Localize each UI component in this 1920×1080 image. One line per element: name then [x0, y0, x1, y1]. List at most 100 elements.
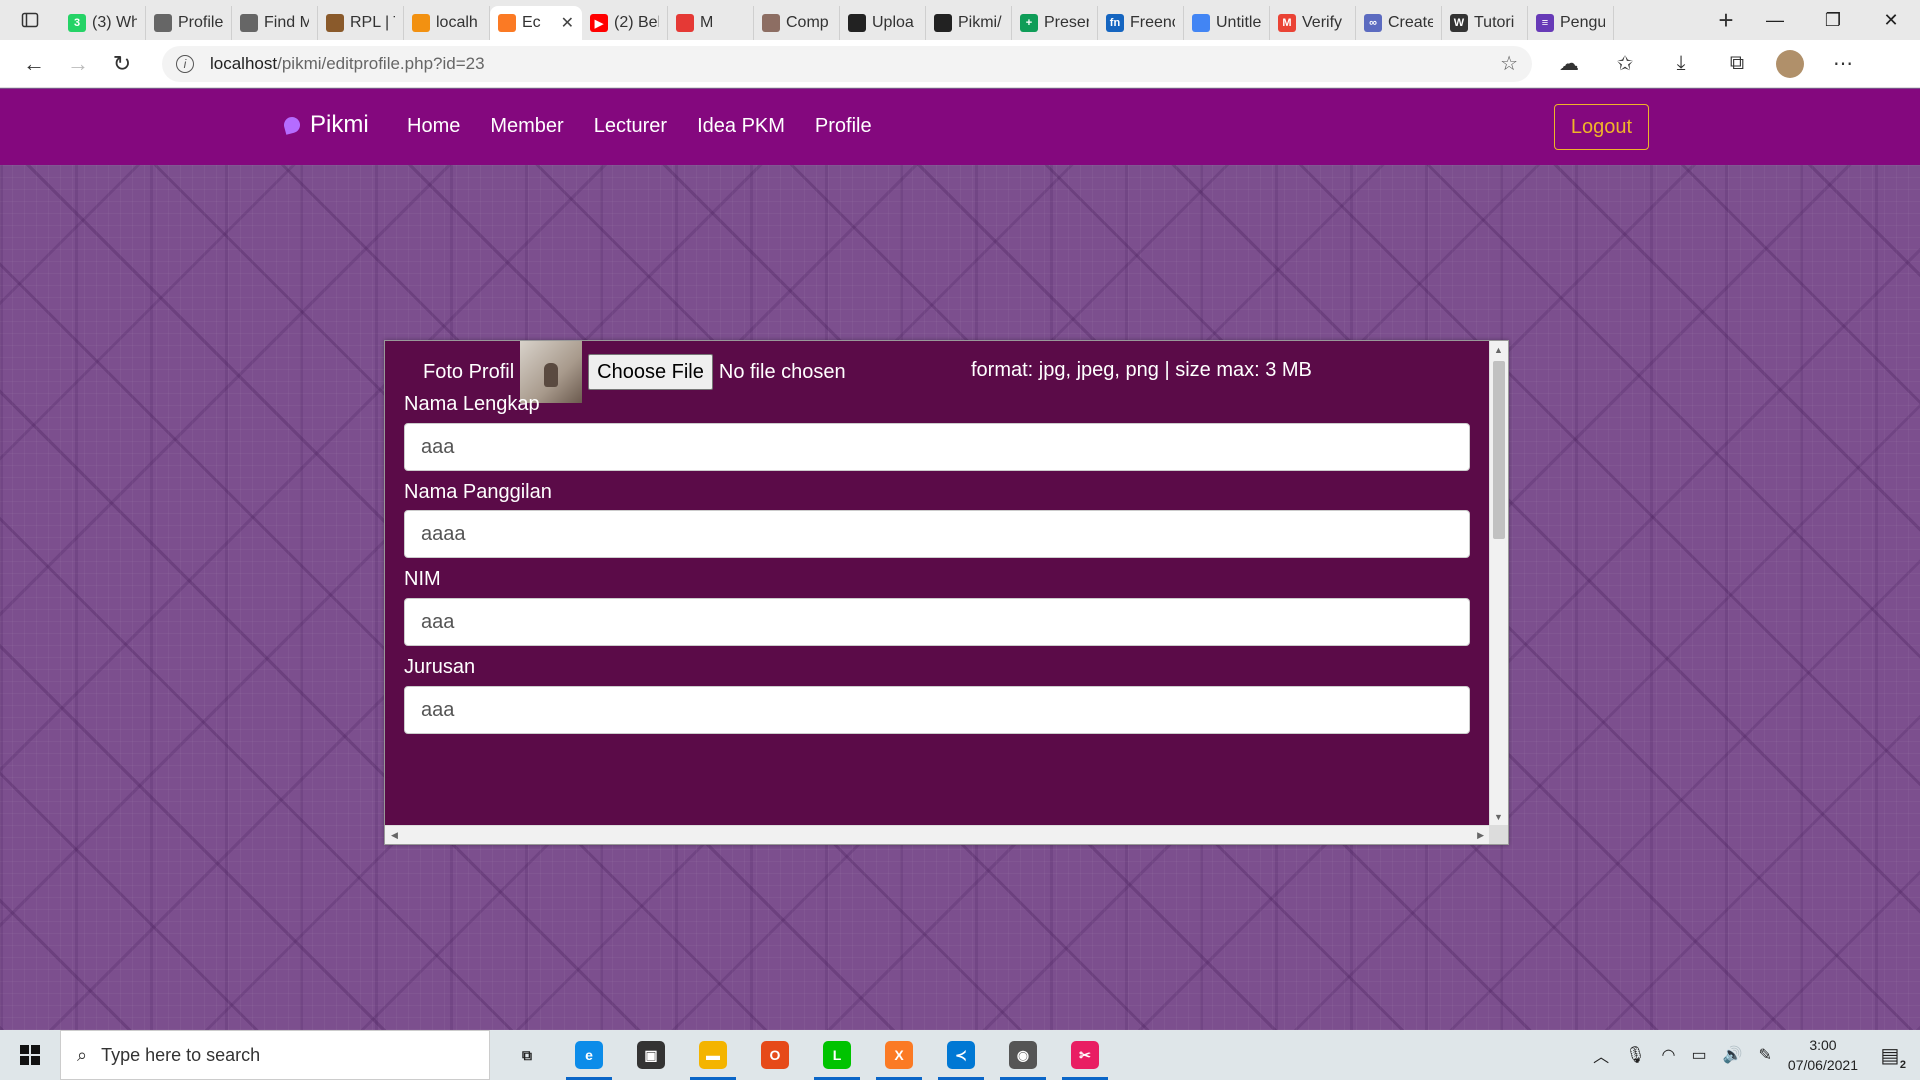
freenom-icon: fn — [1106, 14, 1124, 32]
maximize-icon[interactable]: ❐ — [1804, 0, 1862, 40]
wifi-icon[interactable]: ◠ — [1662, 1045, 1676, 1065]
browser-tab[interactable]: localh — [404, 6, 490, 40]
browser-tab[interactable]: M Verify — [1270, 6, 1356, 40]
input-jurusan[interactable]: aaa — [404, 686, 1470, 734]
browser-tab[interactable]: Pikmi/ — [926, 6, 1012, 40]
input-nim[interactable]: aaa — [404, 598, 1470, 646]
nav-profile[interactable]: Profile — [815, 115, 872, 138]
browser-tab[interactable]: Find M — [232, 6, 318, 40]
browser-tab[interactable]: ∞ Create — [1356, 6, 1442, 40]
taskbar-app[interactable]: ≺ — [930, 1030, 992, 1080]
tracking-icon[interactable]: ☁ — [1552, 51, 1586, 76]
tab-title: localh — [436, 14, 478, 31]
scroll-down-icon[interactable]: ▼ — [1494, 812, 1503, 822]
browser-tab[interactable]: W Tutori — [1442, 6, 1528, 40]
taskbar-app[interactable]: O — [744, 1030, 806, 1080]
browser-tab[interactable]: Comp — [754, 6, 840, 40]
close-icon[interactable]: ✕ — [1862, 0, 1920, 40]
nav-lecturer[interactable]: Lecturer — [594, 115, 667, 138]
taskbar-app[interactable]: ◉ — [992, 1030, 1054, 1080]
minimize-icon[interactable]: — — [1746, 0, 1804, 40]
site-navbar: Pikmi Home Member Lecturer Idea PKM Prof… — [0, 89, 1920, 165]
browser-tab[interactable]: + Preser — [1012, 6, 1098, 40]
browser-tab[interactable]: RPL | T — [318, 6, 404, 40]
tab-list: 3 (3) Wh Profile Find M RPL | T localh Ec ✕ ▶ (2)… — [60, 0, 1706, 40]
gmail-icon: M — [1278, 14, 1296, 32]
task-view-icon: ⧉ — [513, 1041, 541, 1069]
taskbar-apps: ⧉ e ▣ ▬ O L X ≺ ◉ ✂ — [496, 1030, 1116, 1080]
browser-tab[interactable]: M — [668, 6, 754, 40]
brand-name: Pikmi — [310, 111, 369, 138]
taskbar-app[interactable]: ⧉ — [496, 1030, 558, 1080]
reload-icon[interactable]: ↻ — [100, 42, 144, 86]
taskbar-app[interactable]: X — [868, 1030, 930, 1080]
label-nama-lengkap: Nama Lengkap — [404, 393, 540, 415]
url-field[interactable]: i localhost/pikmi/editprofile.php?id=23 … — [162, 45, 1532, 82]
forward-icon[interactable]: → — [56, 42, 100, 86]
site-brand[interactable]: Pikmi — [282, 111, 369, 139]
browser-tab-strip: 3 (3) Wh Profile Find M RPL | T localh Ec ✕ ▶ (2)… — [0, 0, 1920, 40]
vertical-scrollbar[interactable]: ▲ ▼ — [1489, 341, 1508, 826]
taskbar-search[interactable]: ⌕ Type here to search — [60, 1030, 490, 1080]
add-favorite-icon[interactable]: ☆ — [1500, 51, 1518, 76]
snip-icon: ✂ — [1071, 1041, 1099, 1069]
taskbar-app[interactable]: ✂ — [1054, 1030, 1116, 1080]
scroll-right-icon[interactable]: ▶ — [1477, 830, 1484, 841]
phpmyadmin-icon — [412, 14, 430, 32]
tab-actions-icon[interactable] — [0, 0, 60, 40]
profile-avatar[interactable] — [1776, 49, 1804, 78]
taskbar-app[interactable]: ▣ — [620, 1030, 682, 1080]
url-host: localhost — [210, 53, 278, 73]
browser-tab[interactable]: Uploa — [840, 6, 926, 40]
pen-icon[interactable]: ✎ — [1759, 1045, 1772, 1065]
site-info-icon[interactable]: i — [176, 54, 194, 73]
collections-icon[interactable]: ⧉ — [1720, 52, 1754, 75]
horizontal-scrollbar[interactable]: ◀ ▶ — [385, 825, 1490, 844]
page-icon — [240, 14, 258, 32]
back-icon[interactable]: ← — [12, 42, 56, 86]
browser-tab[interactable]: ≡ Pengu — [1528, 6, 1614, 40]
notification-icon[interactable]: ▤ 2 — [1874, 1039, 1906, 1071]
more-menu-icon[interactable]: ⋯ — [1826, 51, 1860, 76]
browser-tab[interactable]: ▶ (2) Bel — [582, 6, 668, 40]
url-text: localhost/pikmi/editprofile.php?id=23 — [210, 54, 485, 74]
browser-tab[interactable]: Ec ✕ — [490, 6, 582, 40]
browser-toolbar: ☁ ✩ ⤓ ⧉ ⋯ — [1552, 49, 1860, 78]
label-jurusan: Jurusan — [404, 656, 476, 678]
close-tab-icon[interactable]: ✕ — [561, 13, 574, 33]
browser-tab[interactable]: 3 (3) Wh — [60, 6, 146, 40]
tray-chevron-icon[interactable]: ︿ — [1593, 1043, 1609, 1067]
favorites-icon[interactable]: ✩ — [1608, 51, 1642, 76]
notification-count: 2 — [1899, 1059, 1906, 1071]
system-tray: ︿ 🎙 ◠ ▭ 🔊 ✎ 3:00 07/06/2021 ▤ 2 — [1593, 1035, 1920, 1075]
scroll-left-icon[interactable]: ◀ — [391, 830, 398, 841]
taskbar-app[interactable]: ▬ — [682, 1030, 744, 1080]
nav-idea-pkm[interactable]: Idea PKM — [697, 115, 785, 138]
whatsapp-icon: 3 — [68, 14, 86, 32]
tab-title: Pikmi/ — [958, 14, 1002, 31]
choose-file-button[interactable]: Choose File — [588, 354, 713, 390]
logout-button[interactable]: Logout — [1554, 104, 1649, 150]
browser-tab[interactable]: Untitle — [1184, 6, 1270, 40]
nav-member[interactable]: Member — [490, 115, 563, 138]
input-nama-lengkap[interactable]: aaa — [404, 423, 1470, 471]
clock[interactable]: 3:00 07/06/2021 — [1788, 1035, 1858, 1075]
volume-icon[interactable]: 🔊 — [1723, 1045, 1743, 1065]
scroll-thumb[interactable] — [1493, 361, 1505, 539]
downloads-icon[interactable]: ⤓ — [1664, 52, 1698, 75]
start-button[interactable] — [0, 1030, 60, 1080]
microphone-icon[interactable]: 🎙 — [1625, 1045, 1645, 1065]
taskbar-app[interactable]: e — [558, 1030, 620, 1080]
nav-home[interactable]: Home — [407, 115, 460, 138]
browser-tab[interactable]: fn Freenc — [1098, 6, 1184, 40]
tab-title: Verify — [1302, 14, 1343, 31]
input-nama-panggilan[interactable]: aaaa — [404, 510, 1470, 558]
page-icon — [154, 14, 172, 32]
browser-tab[interactable]: Profile — [146, 6, 232, 40]
nav-links: Home Member Lecturer Idea PKM Profile — [407, 115, 872, 138]
record-icon — [676, 14, 694, 32]
battery-icon[interactable]: ▭ — [1691, 1045, 1706, 1065]
scroll-up-icon[interactable]: ▲ — [1494, 345, 1503, 355]
new-tab-button[interactable]: + — [1706, 3, 1746, 37]
taskbar-app[interactable]: L — [806, 1030, 868, 1080]
